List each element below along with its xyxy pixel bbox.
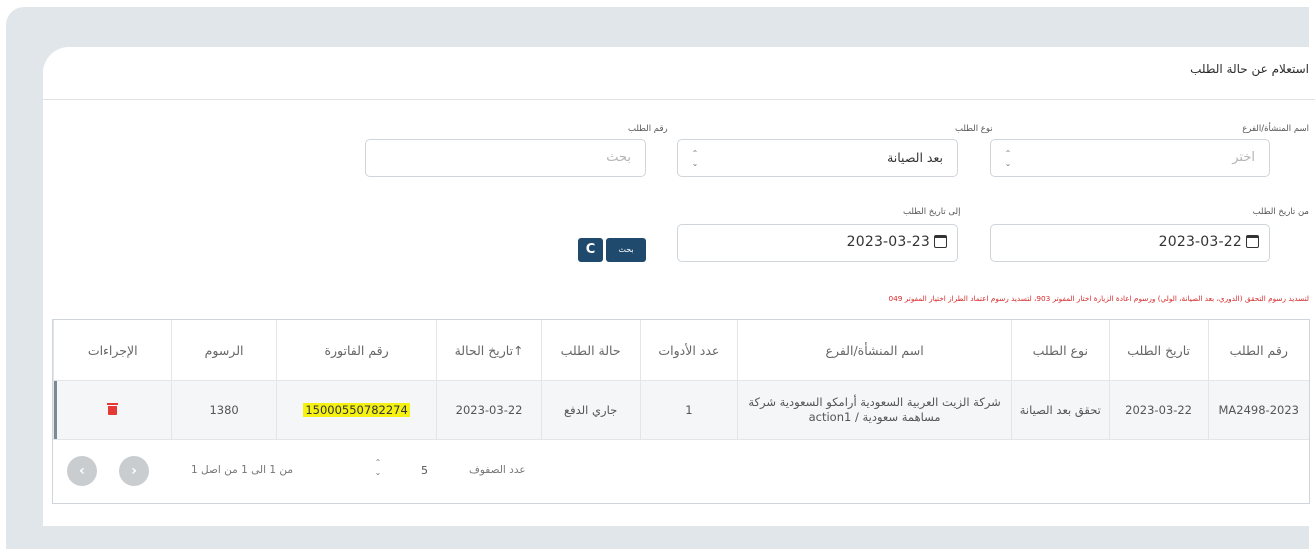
chevron-left-icon[interactable]: ‹ [67, 456, 97, 486]
request-no-placeholder: بحث [606, 150, 631, 165]
pagination-info: من 1 الى 1 من اصل 1 [191, 464, 293, 476]
col-request-no[interactable]: رقم الطلب [1207, 320, 1309, 381]
cell-facility: شركة الزيت العربية السعودية أرامكو السعو… [737, 380, 1012, 439]
cell-fees: 1380 [171, 380, 277, 439]
page-frame: استعلام عن حالة الطلب اسم المنشأة/الفرع … [6, 7, 1315, 549]
refresh-icon[interactable]: C [578, 238, 603, 262]
date-to-value: 2023-03-23 [846, 234, 930, 250]
col-actions: الإجراءات [52, 320, 172, 381]
date-to-label: إلى تاريخ الطلب [903, 207, 961, 217]
payment-note: لتسديد رسوم التحقق (الدوري، بعد الصيانة،… [888, 294, 1309, 303]
invoice-number: 15000550782274 [303, 402, 410, 417]
col-facility[interactable]: اسم المنشأة/الفرع [737, 320, 1012, 381]
request-no-label: رقم الطلب [628, 124, 668, 134]
cell-actions [52, 380, 172, 439]
request-no-input[interactable]: بحث [365, 139, 646, 177]
cell-status: جاري الدفع [540, 380, 641, 439]
col-fees[interactable]: الرسوم [171, 320, 277, 381]
calendar-icon[interactable] [934, 235, 947, 248]
cell-request-date: 2023-03-22 [1108, 380, 1208, 439]
cell-tools: 1 [639, 380, 738, 439]
sort-arrow-up-icon: ↑ [513, 342, 524, 358]
request-type-select[interactable]: ⌃ ⌄ بعد الصيانة [677, 139, 958, 177]
date-from-input[interactable]: 2023-03-22 [990, 224, 1270, 262]
card-header: استعلام عن حالة الطلب [43, 47, 1315, 100]
cell-request-type: تحقق بعد الصيانة [1010, 380, 1110, 439]
cell-invoice: 15000550782274 [275, 380, 437, 439]
cell-status-date: 2023-03-22 [436, 380, 542, 439]
search-button[interactable]: بحث [606, 238, 646, 262]
rows-per-page-label: عدد الصفوف [469, 464, 526, 476]
trash-icon[interactable] [107, 402, 119, 415]
calendar-icon[interactable] [1246, 235, 1259, 248]
date-from-label: من تاريخ الطلب [1252, 207, 1309, 217]
request-type-value: بعد الصيانة [887, 150, 943, 165]
cell-request-no: MA2498-2023 [1207, 380, 1309, 439]
col-status[interactable]: حالة الطلب [540, 320, 641, 381]
facility-label: اسم المنشأة/الفرع [1242, 124, 1309, 134]
facility-placeholder: اختر [1232, 150, 1255, 165]
col-status-date[interactable]: ↑تاريخ الحالة [436, 320, 542, 381]
table-row: MA2498-2023 2023-03-22 تحقق بعد الصيانة … [52, 380, 1309, 439]
select-arrows-icon[interactable]: ⌃ ⌄ [373, 458, 383, 478]
chevron-right-icon[interactable]: › [119, 456, 149, 486]
col-request-type[interactable]: نوع الطلب [1010, 320, 1110, 381]
date-from-value: 2023-03-22 [1158, 234, 1242, 250]
page-title: استعلام عن حالة الطلب [1190, 62, 1309, 76]
rows-per-page-value[interactable]: 5 [421, 464, 428, 477]
select-arrows-icon: ⌃ ⌄ [691, 149, 699, 168]
col-request-date[interactable]: تاريخ الطلب [1108, 320, 1208, 381]
request-status-card: استعلام عن حالة الطلب اسم المنشأة/الفرع … [43, 47, 1315, 526]
col-invoice[interactable]: رقم الفاتورة [275, 320, 437, 381]
results-table: رقم الطلب تاريخ الطلب نوع الطلب اسم المن… [52, 319, 1310, 504]
facility-select[interactable]: ⌃ ⌄ اختر [990, 139, 1270, 177]
request-type-label: نوع الطلب [955, 124, 993, 134]
col-tools[interactable]: عدد الأدوات [639, 320, 738, 381]
date-to-input[interactable]: 2023-03-23 [677, 224, 958, 262]
pagination: ‹ › من 1 الى 1 من اصل 1 ⌃ ⌄ 5 عدد الصفوف [53, 439, 1309, 504]
select-arrows-icon: ⌃ ⌄ [1004, 149, 1012, 168]
